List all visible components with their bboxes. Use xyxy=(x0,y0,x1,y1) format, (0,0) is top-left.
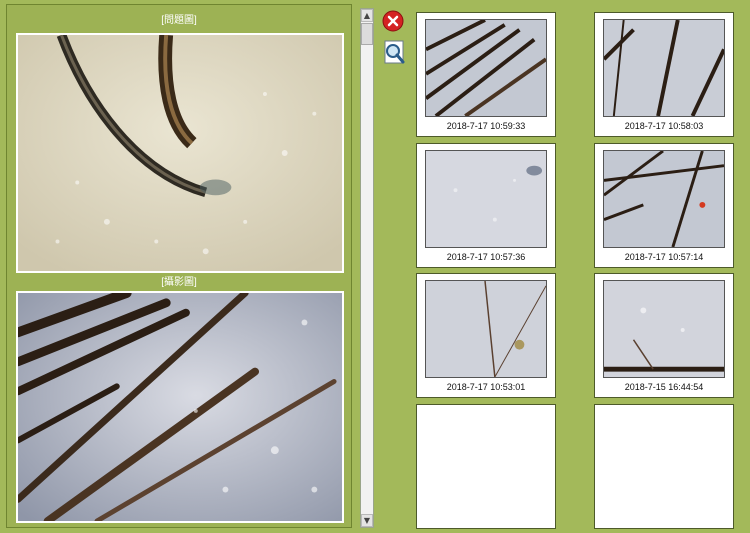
thumbnail-2[interactable]: 2018-7-17 10:58:03 xyxy=(594,12,734,137)
problem-image xyxy=(18,35,342,271)
thumbnail-empty-2[interactable] xyxy=(594,404,734,529)
scroll-up-button[interactable]: ▲ xyxy=(361,9,373,22)
thumbnail-image xyxy=(425,150,547,248)
thumbnail-timestamp: 2018-7-17 10:57:36 xyxy=(446,252,526,262)
thumbnail-3[interactable]: 2018-7-17 10:57:36 xyxy=(416,143,556,268)
captured-image-viewer[interactable] xyxy=(16,291,344,523)
thumbnail-timestamp: 2018-7-17 10:59:33 xyxy=(446,121,526,131)
scroll-down-button[interactable]: ▼ xyxy=(361,514,373,527)
close-circle-icon xyxy=(382,10,404,32)
thumbnail-timestamp: 2018-7-17 10:58:03 xyxy=(624,121,704,131)
thumbnail-empty-1[interactable] xyxy=(416,404,556,529)
captured-image-label: [攝影圖] xyxy=(161,277,197,288)
thumbnail-1[interactable]: 2018-7-17 10:59:33 xyxy=(416,12,556,137)
delete-button[interactable] xyxy=(382,10,404,32)
thumbnail-image xyxy=(603,150,725,248)
thumbnail-timestamp: 2018-7-15 16:44:54 xyxy=(624,382,704,392)
problem-image-viewer[interactable] xyxy=(16,33,344,273)
thumbnail-image xyxy=(425,280,547,378)
captured-image xyxy=(18,293,342,521)
thumbnail-image xyxy=(603,19,725,117)
thumbnail-timestamp: 2018-7-17 10:57:14 xyxy=(624,252,704,262)
vertical-scrollbar[interactable]: ▲ ▼ xyxy=(360,8,374,528)
thumbnail-timestamp: 2018-7-17 10:53:01 xyxy=(446,382,526,392)
scroll-thumb[interactable] xyxy=(361,23,373,45)
magnifier-icon xyxy=(384,40,405,64)
thumbnail-image xyxy=(425,19,547,117)
thumbnail-image xyxy=(603,280,725,378)
image-viewer-panel: [問題圖] [攝影圖] xyxy=(6,4,352,528)
zoom-button[interactable] xyxy=(382,40,406,66)
problem-image-label: [問題圖] xyxy=(161,15,197,26)
thumbnail-6[interactable]: 2018-7-15 16:44:54 xyxy=(594,273,734,398)
thumbnail-4[interactable]: 2018-7-17 10:57:14 xyxy=(594,143,734,268)
thumbnail-5[interactable]: 2018-7-17 10:53:01 xyxy=(416,273,556,398)
